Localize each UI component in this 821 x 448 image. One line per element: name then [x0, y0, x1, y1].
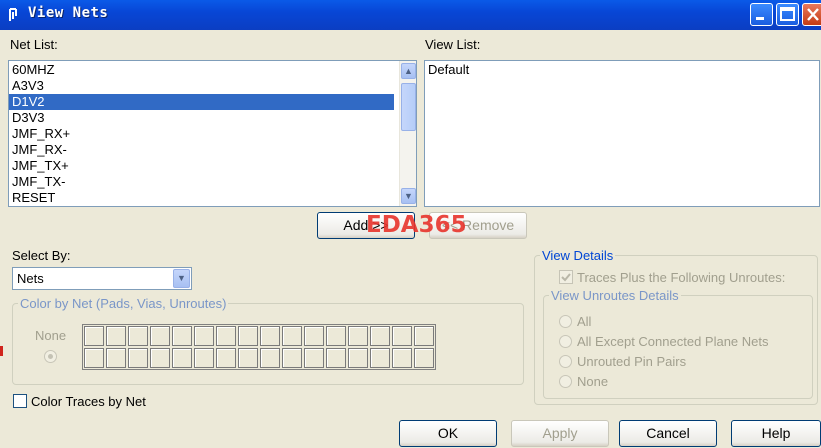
- list-item[interactable]: D3V3: [9, 110, 416, 126]
- minimize-icon: [756, 17, 764, 20]
- color-traces-label: Color Traces by Net: [31, 394, 146, 409]
- window-title: View Nets: [28, 5, 109, 21]
- chevron-up-icon: ▲: [404, 66, 413, 76]
- color-cell[interactable]: [414, 348, 434, 368]
- cancel-button[interactable]: Cancel: [619, 420, 717, 447]
- color-cell[interactable]: [106, 348, 126, 368]
- unrouted-pin-pairs-label: Unrouted Pin Pairs: [577, 354, 687, 369]
- view-list[interactable]: Default: [424, 60, 820, 207]
- unrouted-pin-pairs-radio[interactable]: [559, 355, 572, 368]
- color-cell[interactable]: [172, 326, 192, 346]
- color-cell[interactable]: [282, 326, 302, 346]
- all-label: All: [577, 314, 592, 329]
- color-grid[interactable]: [82, 324, 436, 370]
- color-cell[interactable]: [304, 326, 324, 346]
- dropdown-button[interactable]: ▼: [173, 269, 190, 288]
- scroll-up-button[interactable]: ▲: [401, 63, 416, 79]
- list-item[interactable]: JMF_TX-: [9, 174, 416, 190]
- color-cell[interactable]: [260, 326, 280, 346]
- color-cell[interactable]: [392, 326, 412, 346]
- list-item-selected[interactable]: D1V2: [9, 94, 394, 110]
- color-cell[interactable]: [260, 348, 280, 368]
- help-button[interactable]: Help: [731, 420, 821, 447]
- watermark: EDA365: [366, 212, 467, 238]
- color-cell[interactable]: [370, 326, 390, 346]
- traces-plus-checkbox[interactable]: [559, 270, 573, 284]
- color-cell[interactable]: [348, 348, 368, 368]
- color-cell[interactable]: [128, 326, 148, 346]
- color-cell[interactable]: [282, 348, 302, 368]
- color-cell[interactable]: [194, 348, 214, 368]
- color-cell[interactable]: [84, 348, 104, 368]
- color-by-net-title: Color by Net (Pads, Vias, Unroutes): [18, 296, 229, 311]
- net-list-items: 60MHZ A3V3 D1V2 D3V3 JMF_RX+ JMF_RX- JMF…: [9, 61, 416, 206]
- color-cell[interactable]: [392, 348, 412, 368]
- net-icon: [9, 8, 17, 21]
- net-list-label: Net List:: [10, 37, 58, 52]
- all-except-label: All Except Connected Plane Nets: [577, 334, 769, 349]
- color-cell[interactable]: [304, 348, 324, 368]
- maximize-icon: [780, 7, 795, 21]
- traces-plus-label: Traces Plus the Following Unroutes:: [577, 270, 786, 285]
- none-label: None: [35, 328, 67, 343]
- chevron-down-icon: ▼: [177, 273, 186, 283]
- color-cell[interactable]: [348, 326, 368, 346]
- color-cell[interactable]: [370, 348, 390, 368]
- color-cell[interactable]: [150, 348, 170, 368]
- net-list-scrollbar[interactable]: ▲ ▼: [399, 61, 416, 206]
- color-traces-checkbox[interactable]: [13, 394, 27, 408]
- select-by-dropdown[interactable]: Nets ▼: [12, 267, 192, 290]
- color-cell[interactable]: [238, 348, 258, 368]
- view-details-title: View Details: [540, 248, 616, 263]
- scroll-thumb[interactable]: [401, 83, 416, 131]
- none-unroutes-label: None: [577, 374, 609, 389]
- ok-button[interactable]: OK: [399, 420, 497, 447]
- color-cell[interactable]: [326, 348, 346, 368]
- list-item[interactable]: RESET: [9, 190, 416, 206]
- color-cell[interactable]: [84, 326, 104, 346]
- maximize-button[interactable]: [776, 3, 799, 26]
- color-cell[interactable]: [326, 326, 346, 346]
- list-item[interactable]: A3V3: [9, 78, 416, 94]
- all-radio[interactable]: [559, 315, 572, 328]
- list-item[interactable]: Default: [425, 62, 819, 78]
- net-list[interactable]: 60MHZ A3V3 D1V2 D3V3 JMF_RX+ JMF_RX- JMF…: [8, 60, 417, 207]
- select-by-value: Nets: [17, 271, 44, 286]
- color-cell[interactable]: [216, 348, 236, 368]
- color-cell[interactable]: [194, 326, 214, 346]
- apply-button[interactable]: Apply: [511, 420, 609, 447]
- list-item[interactable]: JMF_RX+: [9, 126, 416, 142]
- edge-marker: [0, 346, 3, 356]
- view-unroutes-title: View Unroutes Details: [549, 288, 681, 303]
- color-cell[interactable]: [106, 326, 126, 346]
- view-list-label: View List:: [425, 37, 481, 52]
- color-cell[interactable]: [238, 326, 258, 346]
- color-cell[interactable]: [216, 326, 236, 346]
- list-item[interactable]: 60MHZ: [9, 62, 416, 78]
- list-item[interactable]: JMF_TX+: [9, 158, 416, 174]
- none-unroutes-radio[interactable]: [559, 375, 572, 388]
- close-icon: [807, 8, 819, 21]
- list-item[interactable]: JMF_RX-: [9, 142, 416, 158]
- color-cell[interactable]: [414, 326, 434, 346]
- chevron-down-icon: ▼: [404, 191, 413, 201]
- title-bar[interactable]: View Nets: [0, 0, 821, 30]
- scroll-down-button[interactable]: ▼: [401, 188, 416, 204]
- close-button[interactable]: [802, 3, 821, 26]
- all-except-radio[interactable]: [559, 335, 572, 348]
- color-cell[interactable]: [172, 348, 192, 368]
- color-cell[interactable]: [150, 326, 170, 346]
- none-radio[interactable]: [44, 350, 57, 363]
- color-cell[interactable]: [128, 348, 148, 368]
- checkmark-icon: [561, 273, 571, 282]
- minimize-button[interactable]: [750, 3, 773, 26]
- select-by-label: Select By:: [12, 248, 71, 263]
